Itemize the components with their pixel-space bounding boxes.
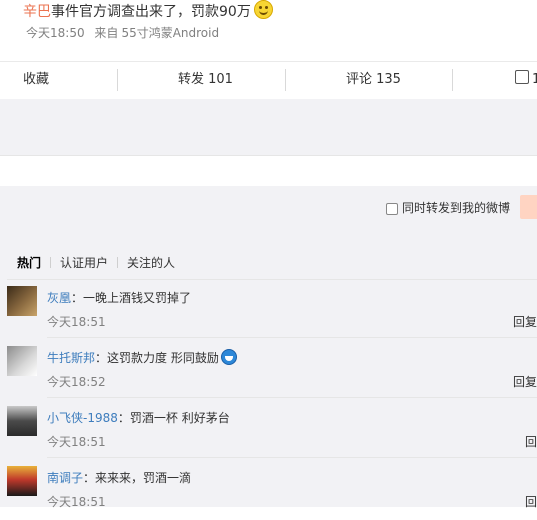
comment-divider (47, 337, 537, 338)
comment-input-area[interactable] (0, 99, 537, 155)
post-meta: 今天18:50 来自 55寸鸿蒙Android (26, 24, 225, 41)
reply-button[interactable]: 回复 (513, 313, 537, 330)
smile-emoji-icon (253, 0, 273, 19)
comment-text: 一晚上酒钱又罚掉了 (83, 291, 192, 305)
action-divider (285, 69, 286, 91)
reply-button[interactable]: 回 (525, 493, 537, 510)
doraemon-emoji-icon (220, 349, 237, 365)
thumb-up-icon (515, 70, 529, 84)
comment-submit-button[interactable] (520, 195, 537, 219)
post-source-prefix: 来自 (94, 26, 119, 40)
comment-colon: ： (95, 351, 108, 365)
toolbar-strip (0, 155, 537, 187)
post-source[interactable]: 55寸鸿蒙Android (121, 26, 219, 40)
tab-divider (117, 257, 119, 268)
favorite-button[interactable]: 收藏 (23, 62, 49, 99)
avatar[interactable] (7, 406, 37, 436)
avatar[interactable] (7, 286, 37, 316)
comment-colon: ： (117, 411, 130, 425)
comment-item: 南调子：来来来，罚酒一滴 今天18:51 回 (7, 460, 537, 520)
forward-label[interactable]: 同时转发到我的微博 (402, 199, 510, 216)
action-divider (117, 69, 118, 91)
comment-username[interactable]: 牛托斯邦 (47, 351, 95, 365)
comment-username[interactable]: 南调子 (47, 471, 83, 485)
reply-button[interactable]: 回复 (513, 373, 537, 390)
comment-username[interactable]: 小飞侠-1988 (47, 411, 118, 425)
tab-divider (50, 257, 52, 268)
action-bar: 收藏 转发 101 评论 135 1 (0, 61, 537, 100)
avatar[interactable] (7, 346, 37, 376)
comment-time: 今天18:51 (47, 315, 106, 329)
reply-button[interactable]: 回 (525, 433, 537, 450)
comment-colon: ： (83, 471, 96, 485)
action-divider (452, 69, 453, 91)
comment-text: 这罚款力度 形同鼓励 (107, 351, 219, 365)
avatar[interactable] (7, 466, 37, 496)
tab-hot[interactable]: 热门 (17, 254, 41, 271)
comments-section: 热门 认证用户 关注的人 灰凰：一晚上酒钱又罚掉了 今天18:51 回复 牛托斯邦：… (7, 240, 537, 510)
comment-item: 牛托斯邦：这罚款力度 形同鼓励 今天18:52 回复 (7, 340, 537, 400)
comment-text: 罚酒一杯 利好茅台 (129, 411, 230, 425)
post-time[interactable]: 今天18:50 (26, 26, 85, 40)
comment-text: 来来来，罚酒一滴 (95, 471, 192, 485)
comment-time: 今天18:51 (47, 435, 106, 449)
comment-username[interactable]: 灰凰 (47, 291, 71, 305)
comment-time: 今天18:52 (47, 375, 106, 389)
comment-divider (47, 457, 537, 458)
post-body: 事件官方调查出来了，罚款90万 (51, 4, 251, 20)
forward-checkbox[interactable] (386, 203, 398, 215)
tab-following[interactable]: 关注的人 (127, 254, 175, 271)
comment-tabs: 热门 认证用户 关注的人 (17, 254, 175, 271)
tab-verified[interactable]: 认证用户 (60, 254, 108, 271)
post-mention[interactable]: 辛巴 (23, 4, 51, 20)
repost-button[interactable]: 转发 101 (178, 62, 233, 99)
comment-colon: ： (71, 291, 84, 305)
comment-item: 灰凰：一晚上酒钱又罚掉了 今天18:51 回复 (7, 280, 537, 340)
comment-time: 今天18:51 (47, 495, 106, 509)
comment-button[interactable]: 评论 135 (346, 62, 401, 99)
comment-item: 小飞侠-1988：罚酒一杯 利好茅台 今天18:51 回 (7, 400, 537, 460)
comment-divider (47, 397, 537, 398)
like-button[interactable]: 1 (515, 62, 537, 99)
post-text: 辛巴事件官方调查出来了，罚款90万 (23, 0, 273, 21)
like-count: 1 (532, 72, 537, 87)
